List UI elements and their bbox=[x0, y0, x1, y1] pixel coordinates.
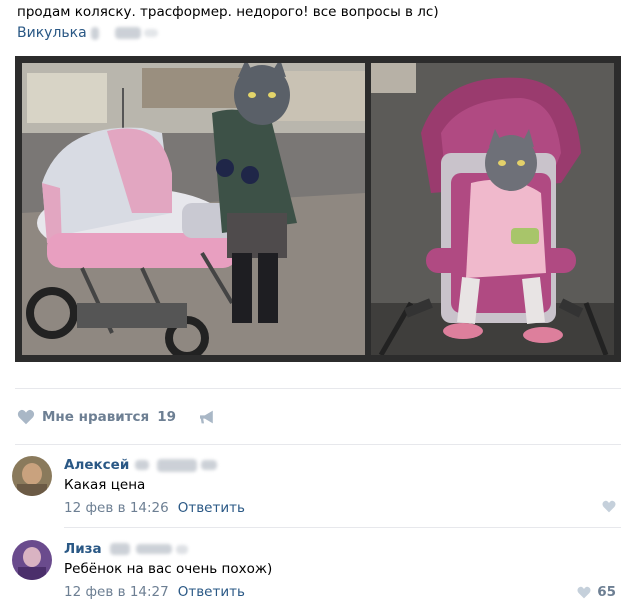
comment-timestamp[interactable]: 12 фев в 14:27 bbox=[64, 584, 169, 600]
comment-author-row: Лиза bbox=[64, 540, 188, 558]
divider bbox=[64, 527, 621, 528]
megaphone-icon[interactable] bbox=[198, 409, 218, 425]
blurred-emoji bbox=[157, 458, 198, 472]
blurred-emoji bbox=[109, 543, 130, 555]
comment-timestamp[interactable]: 12 фев в 14:26 bbox=[64, 500, 169, 516]
comment-author-name[interactable]: Лиза bbox=[64, 541, 102, 557]
blurred-emoji bbox=[175, 544, 188, 554]
heart-icon[interactable] bbox=[602, 500, 616, 513]
blurred-emoji bbox=[201, 460, 218, 470]
divider bbox=[15, 444, 621, 445]
comment-meta: 12 фев в 14:27 Ответить bbox=[64, 584, 245, 600]
photo-attachments bbox=[15, 56, 621, 362]
comment-like[interactable] bbox=[602, 500, 616, 513]
comment-text: Какая цена bbox=[64, 477, 146, 493]
post-author-row: Викулька bbox=[17, 24, 158, 42]
photo-left[interactable] bbox=[22, 63, 365, 355]
avatar[interactable] bbox=[12, 456, 52, 496]
comment-author-name[interactable]: Алексей bbox=[64, 457, 129, 473]
post-author-name[interactable]: Викулька bbox=[17, 25, 87, 41]
like-button-label[interactable]: Мне нравится bbox=[42, 409, 149, 425]
blurred-emoji bbox=[114, 27, 141, 39]
photo-right[interactable] bbox=[371, 63, 614, 355]
comment-text: Ребёнок на вас очень похож) bbox=[64, 561, 273, 577]
comment: Алексей Какая цена 12 фев в 14:26 Ответит… bbox=[12, 456, 616, 518]
stroller-street-photo bbox=[22, 63, 365, 355]
comment-author-row: Алексей bbox=[64, 456, 218, 474]
reply-button[interactable]: Ответить bbox=[178, 584, 245, 600]
comment-like-count: 65 bbox=[597, 584, 616, 600]
avatar[interactable] bbox=[12, 540, 52, 580]
blurred-emoji bbox=[135, 544, 172, 554]
blurred-emoji bbox=[135, 460, 150, 470]
comment-like[interactable]: 65 bbox=[577, 584, 616, 600]
blurred-badge bbox=[90, 26, 99, 40]
reply-button[interactable]: Ответить bbox=[178, 500, 245, 516]
like-bar: Мне нравится 19 bbox=[17, 406, 218, 428]
comment: Лиза Ребёнок на вас очень похож) 12 фев … bbox=[12, 540, 616, 602]
like-count[interactable]: 19 bbox=[157, 409, 176, 425]
heart-icon[interactable] bbox=[17, 409, 35, 425]
heart-icon[interactable] bbox=[577, 586, 591, 599]
post-text: продам коляску. трасформер. недорого! вс… bbox=[17, 4, 439, 20]
stroller-cat-baby-photo bbox=[371, 63, 614, 355]
comment-meta: 12 фев в 14:26 Ответить bbox=[64, 500, 245, 516]
blurred-emoji bbox=[143, 29, 158, 37]
divider bbox=[15, 388, 621, 389]
